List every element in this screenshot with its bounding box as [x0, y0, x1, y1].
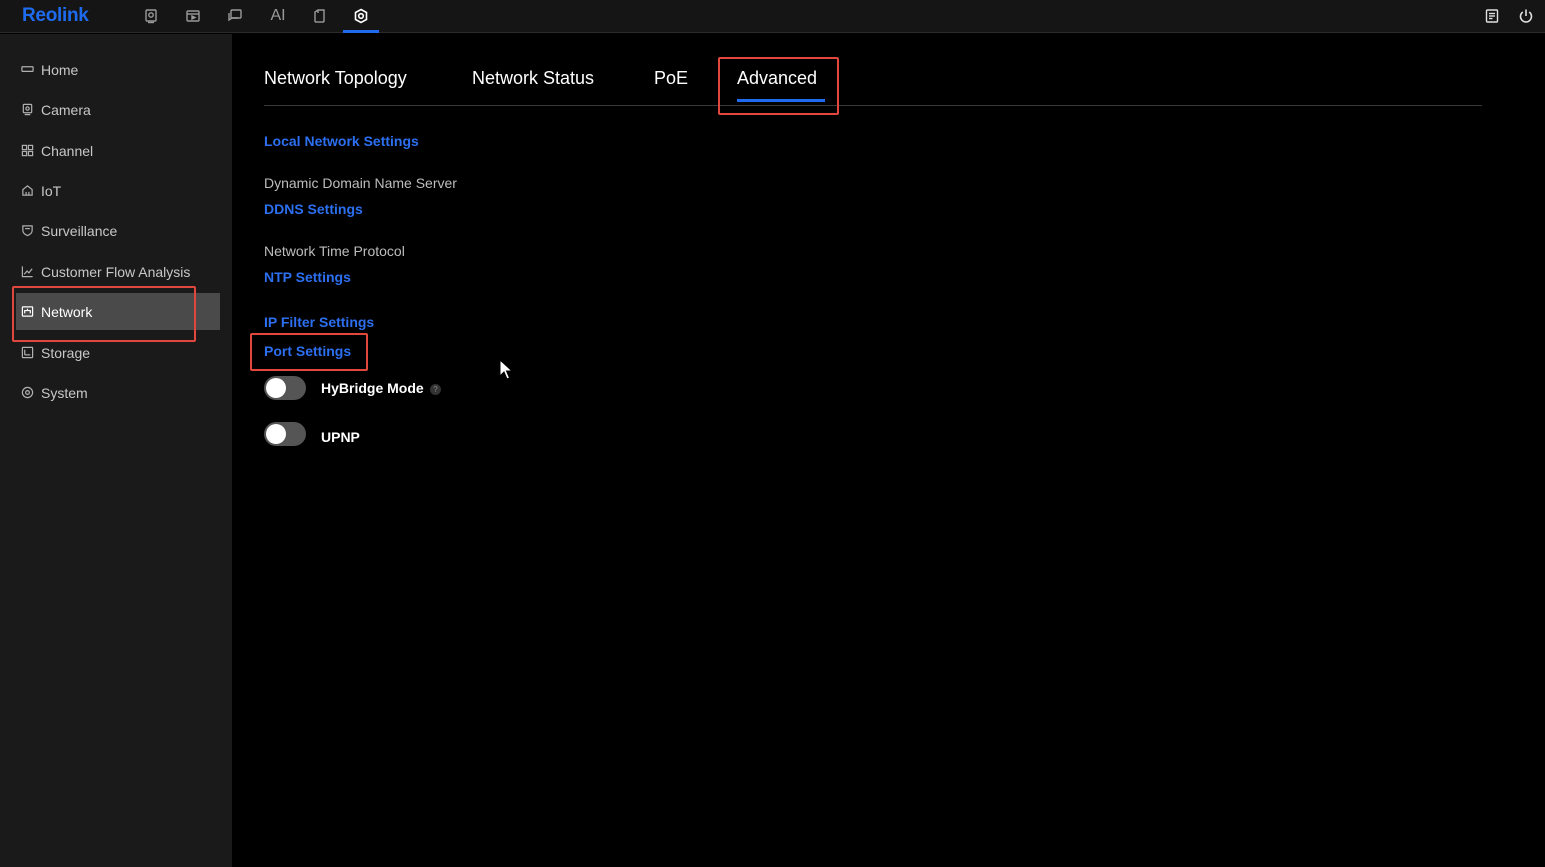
advanced-tab-highlight-box — [718, 57, 839, 115]
port-settings-highlight-box — [250, 333, 368, 371]
sidebar-item-home[interactable]: Home — [16, 51, 220, 88]
ip-filter-settings-link[interactable]: IP Filter Settings — [264, 314, 374, 330]
channel-grid-icon — [20, 144, 34, 158]
sidebar-item-label: Customer Flow Analysis — [41, 263, 191, 280]
mouse-cursor-icon — [499, 359, 514, 380]
sidebar-item-label: Channel — [41, 142, 94, 159]
tab-bar: Network Topology Network Status PoE Adva… — [264, 62, 1482, 106]
network-highlight-box — [12, 286, 196, 342]
reolink-logo: Reolink — [22, 5, 89, 26]
hybridge-mode-toggle[interactable] — [264, 376, 306, 400]
message-icon[interactable] — [225, 6, 245, 26]
settings-active-indicator — [343, 30, 379, 33]
ntp-settings-link[interactable]: NTP Settings — [264, 269, 351, 285]
camera-icon — [20, 103, 34, 117]
home-icon — [20, 63, 34, 77]
tab-network-topology[interactable]: Network Topology — [264, 68, 407, 89]
playback-icon[interactable] — [183, 6, 203, 26]
shield-icon — [20, 224, 34, 238]
camera-icon[interactable] — [141, 6, 161, 26]
help-icon[interactable]: ? — [430, 384, 441, 395]
toggle-knob — [266, 378, 286, 398]
files-icon[interactable] — [309, 6, 329, 26]
system-gear-icon — [20, 386, 34, 400]
sidebar-item-customer-flow-analysis[interactable]: Customer Flow Analysis — [16, 253, 220, 290]
tab-network-status[interactable]: Network Status — [472, 68, 594, 89]
hybridge-mode-label: HyBridge Mode — [321, 380, 424, 396]
sidebar-item-label: System — [41, 384, 88, 401]
sidebar-item-label: Camera — [41, 101, 91, 118]
chart-icon — [20, 265, 34, 279]
sidebar-item-channel[interactable]: Channel — [16, 132, 220, 169]
sidebar-item-iot[interactable]: IoT — [16, 172, 220, 209]
settings-icon[interactable] — [351, 6, 371, 26]
ddns-settings-link[interactable]: DDNS Settings — [264, 201, 363, 217]
sidebar-item-label: IoT — [41, 182, 62, 199]
notes-icon[interactable] — [1482, 6, 1502, 26]
sidebar-item-label: Storage — [41, 344, 91, 361]
local-network-settings-link[interactable]: Local Network Settings — [264, 133, 419, 149]
ai-icon[interactable]: AI — [268, 6, 288, 26]
tab-poe[interactable]: PoE — [654, 68, 688, 89]
toggle-knob — [266, 424, 286, 444]
main-content: Network Topology Network Status PoE Adva… — [232, 34, 1545, 867]
top-bar: Reolink AI — [0, 0, 1545, 33]
sidebar: Home Camera Channel IoT Surveillance Cus… — [0, 34, 232, 867]
ddns-section-label: Dynamic Domain Name Server — [264, 175, 457, 191]
sidebar-item-label: Surveillance — [41, 222, 118, 239]
power-icon[interactable] — [1516, 6, 1536, 26]
sidebar-item-system[interactable]: System — [16, 374, 220, 411]
sidebar-item-surveillance[interactable]: Surveillance — [16, 212, 220, 249]
ntp-section-label: Network Time Protocol — [264, 243, 405, 259]
storage-icon — [20, 346, 34, 360]
iot-house-icon — [20, 184, 34, 198]
upnp-label: UPNP — [321, 429, 360, 445]
upnp-toggle[interactable] — [264, 422, 306, 446]
sidebar-item-camera[interactable]: Camera — [16, 91, 220, 128]
sidebar-item-label: Home — [41, 61, 79, 78]
